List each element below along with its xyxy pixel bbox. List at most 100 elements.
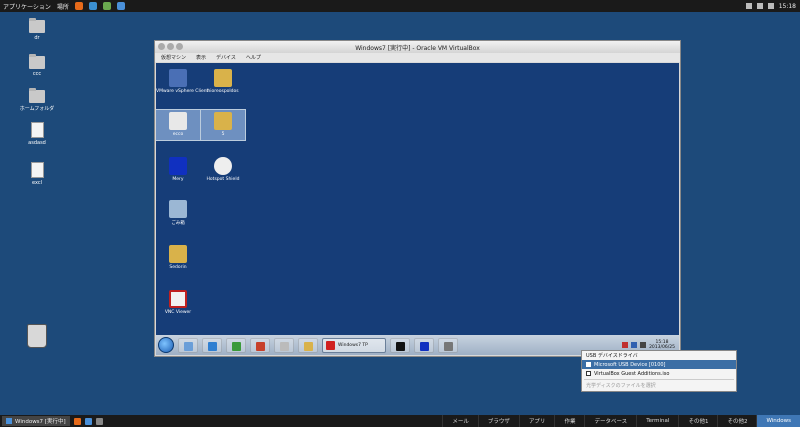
desktop-icon-label: excl	[32, 180, 42, 186]
workspace-work[interactable]: 作業	[554, 415, 584, 427]
volume-icon[interactable]	[756, 3, 763, 9]
checkbox-icon	[586, 362, 591, 367]
desktop-icon-label: ccc	[32, 71, 42, 77]
document-icon	[169, 112, 187, 130]
virtualbox-window: Windows7 [実行中] - Oracle VM VirtualBox 仮想…	[154, 40, 681, 357]
menu-machine[interactable]: 仮想マシン	[161, 54, 186, 61]
ctx-item-label: 光学ディスクのファイルを選択	[586, 383, 656, 389]
guest-clock[interactable]: 15:18 2013/06/25	[649, 340, 675, 350]
launcher-virtualbox-icon[interactable]	[116, 2, 125, 10]
workspace-mail[interactable]: メール	[442, 415, 478, 427]
launcher-editor-icon[interactable]	[102, 2, 111, 10]
desktop-folder-ccc[interactable]: ccc	[17, 54, 57, 77]
launcher-icon[interactable]	[73, 417, 81, 425]
app-icon	[444, 341, 453, 351]
guest-icon-mery[interactable]: Mery	[156, 155, 200, 182]
desktop-trash[interactable]	[17, 324, 57, 348]
workspace-terminal[interactable]: Terminal	[636, 415, 678, 427]
guest-icon-vsphere[interactable]: VMware vSphere Client	[156, 67, 208, 94]
taskbar-active-task-label: Windows7 TP	[338, 342, 368, 348]
tray-icon[interactable]	[622, 342, 629, 348]
home-folder-icon	[29, 88, 45, 103]
folder-icon	[29, 54, 45, 69]
top-panel: アプリケーション 場所 15:18	[0, 0, 800, 12]
mery-icon	[169, 157, 187, 175]
desktop-folder-dr[interactable]: dr	[17, 18, 57, 41]
workspace-browser[interactable]: ブラウザ	[477, 415, 519, 427]
close-window-button[interactable]	[158, 43, 165, 50]
taskbar-ie[interactable]	[202, 337, 222, 353]
taskbar-active-task[interactable]: Windows7 TP	[322, 337, 386, 353]
launcher-mail-icon[interactable]	[88, 2, 97, 10]
taskbar-cmd[interactable]	[390, 337, 410, 353]
battery-icon[interactable]	[767, 3, 774, 9]
guest-icon-label: 5	[221, 132, 225, 137]
taskbar-app-9[interactable]	[438, 337, 458, 353]
launcher-icon[interactable]	[84, 417, 92, 425]
taskbar-app-3[interactable]	[226, 337, 246, 353]
applications-menu[interactable]: アプリケーション	[3, 2, 51, 11]
taskbar-app-1[interactable]	[178, 337, 198, 353]
desktop-file-asdasd[interactable]: asdasd	[17, 122, 57, 146]
guest-icon-label: VNC Viewer	[164, 310, 192, 315]
workspace-apps[interactable]: アプリ	[518, 415, 555, 427]
desktop-folder-home[interactable]: ホームフォルダ	[17, 88, 57, 112]
desktop-icon-label: dr	[34, 35, 40, 41]
guest-icon-label: Mery	[172, 177, 184, 182]
ctx-item-label: VirtualBox Guest Additions.iso	[594, 370, 670, 377]
desktop-file-excl[interactable]: excl	[17, 162, 57, 186]
launcher-icon[interactable]	[95, 417, 103, 425]
places-menu[interactable]: 場所	[57, 2, 69, 11]
workspace-database[interactable]: データベース	[584, 415, 636, 427]
guest-icon-label: Sedorin	[169, 265, 187, 270]
taskbar-explorer[interactable]	[298, 337, 318, 353]
guest-icon-ecco[interactable]: ecco	[156, 109, 201, 141]
window-titlebar[interactable]: Windows7 [実行中] - Oracle VM VirtualBox	[155, 41, 680, 53]
hotspot-icon	[214, 157, 232, 175]
taskbar-mery[interactable]	[414, 337, 434, 353]
ctx-item-usb-driver[interactable]: USB デバイスドライバ	[582, 351, 736, 360]
guest-icon-vnc-viewer[interactable]: VNC Viewer	[156, 288, 200, 315]
workspace-other1[interactable]: その他1	[678, 415, 717, 427]
ctx-item-microsoft-usb[interactable]: Microsoft USB Device [0100]	[582, 360, 736, 369]
minimize-window-button[interactable]	[167, 43, 174, 50]
guest-desktop: VMware vSphere Client hioreospoldos ecco…	[156, 63, 679, 355]
bottom-panel: Windows7 [実行中] メール ブラウザ アプリ 作業 データベース Te…	[0, 415, 800, 427]
clock[interactable]: 15:18	[779, 3, 796, 10]
workspace-windows[interactable]: Windows	[756, 415, 800, 427]
workspace-other2[interactable]: その他2	[717, 415, 756, 427]
guest-system-tray: 15:18 2013/06/25	[622, 340, 679, 350]
guest-icon-folder-1[interactable]: hioreospoldos	[201, 67, 245, 94]
menu-help[interactable]: ヘルプ	[246, 54, 261, 61]
folder-icon	[29, 18, 45, 33]
virtualbox-icon	[6, 418, 12, 424]
taskbar-app-4[interactable]	[250, 337, 270, 353]
windows-start-button[interactable]	[158, 337, 174, 353]
folder-icon	[214, 69, 232, 87]
guest-icon-recycle-bin[interactable]: ごみ箱	[156, 198, 200, 226]
vsphere-icon	[169, 69, 187, 87]
guest-icon-folder-sedorin[interactable]: Sedorin	[156, 243, 200, 270]
recycle-bin-icon	[169, 200, 187, 218]
launcher-firefox-icon[interactable]	[74, 2, 83, 10]
document-icon	[30, 162, 44, 178]
guest-icon-folder-5[interactable]: 5	[200, 109, 246, 141]
tray-icon[interactable]	[631, 342, 638, 348]
tray-icon[interactable]	[640, 342, 647, 348]
window-title: Windows7 [実行中] - Oracle VM VirtualBox	[355, 44, 480, 52]
menu-devices[interactable]: デバイス	[216, 54, 236, 61]
maximize-window-button[interactable]	[176, 43, 183, 50]
device-context-menu: USB デバイスドライバ Microsoft USB Device [0100]…	[581, 350, 737, 392]
task-entry-windows7[interactable]: Windows7 [実行中]	[2, 416, 70, 426]
menu-view[interactable]: 表示	[196, 54, 206, 61]
folder-icon	[214, 112, 232, 130]
taskbar-app-5[interactable]	[274, 337, 294, 353]
desktop-icon-label: ホームフォルダ	[19, 106, 55, 112]
document-icon	[30, 122, 44, 138]
ctx-item-guest-additions[interactable]: VirtualBox Guest Additions.iso	[582, 369, 736, 378]
guest-icon-hotspot[interactable]: Hotspot Shield	[201, 155, 245, 182]
network-icon[interactable]	[745, 3, 752, 9]
vm-menubar: 仮想マシン 表示 デバイス ヘルプ	[155, 53, 680, 62]
guest-icon-label: Hotspot Shield	[206, 177, 240, 182]
checkbox-icon	[586, 371, 591, 376]
